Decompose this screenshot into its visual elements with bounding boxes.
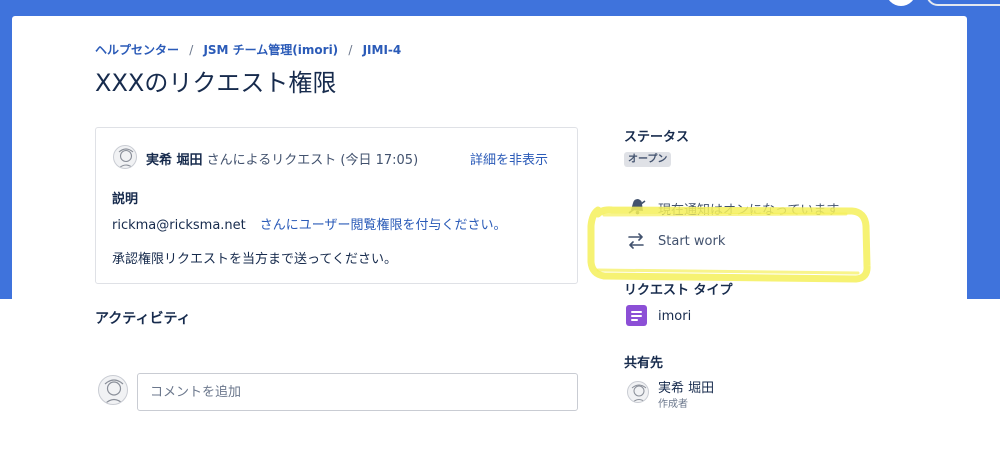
description-label: 説明	[112, 192, 139, 207]
notification-toggle[interactable]: 現在通知はオンになっています	[658, 199, 839, 218]
sharer-role: 作成者	[658, 399, 688, 410]
sharer-name: 実希 堀田	[658, 381, 715, 396]
request-type-icon	[626, 305, 647, 326]
transition-arrows-icon	[627, 232, 645, 254]
request-type-label: リクエスト タイプ	[624, 283, 733, 298]
current-user-avatar	[98, 375, 128, 405]
breadcrumb-issue-key[interactable]: JIMI-4	[363, 43, 402, 57]
breadcrumb-separator: /	[189, 43, 194, 57]
comment-input[interactable]	[137, 373, 578, 411]
description-email: rickma@ricksma.net	[112, 218, 246, 233]
activity-heading: アクティビティ	[95, 311, 191, 327]
requester-name: 実希 堀田	[146, 153, 203, 168]
sharer-avatar	[627, 381, 649, 403]
shared-with-label: 共有先	[624, 356, 664, 371]
top-search-box[interactable]	[926, 0, 1000, 6]
breadcrumb: ヘルプセンター / JSM チーム管理(imori) / JIMI-4	[95, 41, 401, 58]
breadcrumb-help-center[interactable]: ヘルプセンター	[95, 43, 179, 57]
bell-icon	[627, 196, 647, 220]
hide-details-link[interactable]: 詳細を非表示	[470, 149, 548, 168]
request-type-value: imori	[658, 309, 692, 324]
description-line-1: rickma@ricksma.net さんにユーザー閲覧権限を付与ください。	[112, 214, 507, 233]
description-line-2: 承認権限リクエストを当方まで送ってください。	[112, 252, 397, 267]
request-meta: さんによるリクエスト (今日 17:05)	[202, 153, 419, 168]
start-work-button[interactable]: Start work	[658, 234, 725, 249]
breadcrumb-separator: /	[348, 43, 353, 57]
description-highlight-text: さんにユーザー閲覧権限を付与ください。	[259, 218, 507, 233]
status-badge[interactable]: オープン	[624, 152, 672, 167]
breadcrumb-project[interactable]: JSM チーム管理(imori)	[203, 43, 338, 57]
request-header: 実希 堀田 さんによるリクエスト (今日 17:05)	[146, 149, 418, 168]
status-label: ステータス	[624, 130, 690, 145]
requester-avatar	[113, 145, 137, 169]
page-title: XXXのリクエスト権限	[95, 69, 337, 97]
